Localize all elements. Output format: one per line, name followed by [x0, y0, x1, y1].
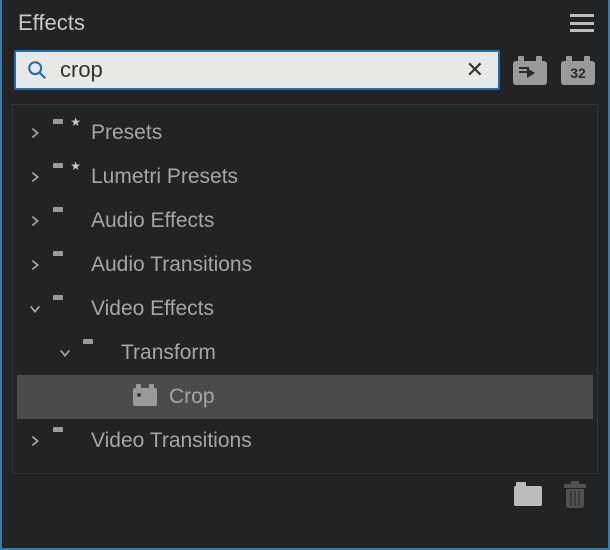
- search-icon: [26, 59, 48, 81]
- tree-row-label: Lumetri Presets: [91, 165, 238, 189]
- chevron-right-icon[interactable]: [25, 126, 45, 140]
- tree-row-label: Transform: [121, 341, 216, 365]
- folder-icon: ★: [51, 123, 79, 143]
- star-icon: ★: [70, 159, 81, 173]
- tree-row-audio-effects[interactable]: Audio Effects: [13, 199, 597, 243]
- effect-icon: [133, 388, 157, 406]
- panel-title: Effects: [18, 10, 85, 36]
- tree-row-video-effects[interactable]: Video Effects: [13, 287, 597, 331]
- tree-row-label: Crop: [169, 385, 215, 409]
- chevron-right-icon[interactable]: [25, 434, 45, 448]
- new-bin-icon[interactable]: [514, 486, 542, 506]
- folder-icon: [51, 211, 79, 231]
- folder-icon: [51, 431, 79, 451]
- tree-row-presets[interactable]: ★ Presets: [13, 111, 597, 155]
- delete-icon[interactable]: [564, 484, 586, 508]
- folder-icon: [51, 255, 79, 275]
- chevron-down-icon[interactable]: [55, 346, 75, 360]
- search-box[interactable]: ✕: [14, 50, 500, 90]
- tree-row-label: Video Transitions: [91, 429, 252, 453]
- tree-row-crop[interactable]: Crop: [17, 375, 593, 419]
- clear-search-icon[interactable]: ✕: [462, 57, 488, 83]
- folder-icon: [51, 299, 79, 319]
- chevron-right-icon[interactable]: [25, 170, 45, 184]
- tree-row-label: Presets: [91, 121, 162, 145]
- tree-row-label: Audio Effects: [91, 209, 214, 233]
- accelerated-effects-button[interactable]: [512, 55, 548, 85]
- star-icon: ★: [70, 115, 81, 129]
- tree-row-label: Video Effects: [91, 297, 214, 321]
- tree-row-lumetri-presets[interactable]: ★ Lumetri Presets: [13, 155, 597, 199]
- effects-panel: Effects ✕ 32 ★Presets★Lumetri Prese: [2, 0, 608, 548]
- chevron-right-icon[interactable]: [25, 258, 45, 272]
- search-input[interactable]: [48, 57, 462, 83]
- thirtytwo-bit-button[interactable]: 32: [560, 55, 596, 85]
- panel-menu-icon[interactable]: [570, 14, 594, 32]
- panel-header: Effects: [2, 0, 608, 50]
- tree-row-video-transitions[interactable]: Video Transitions: [13, 419, 597, 463]
- panel-footer: [2, 474, 608, 508]
- tree-row-label: Audio Transitions: [91, 253, 252, 277]
- tree-row-audio-transitions[interactable]: Audio Transitions: [13, 243, 597, 287]
- tree-row-transform[interactable]: Transform: [13, 331, 597, 375]
- folder-icon: [81, 343, 109, 363]
- folder-icon: ★: [51, 167, 79, 187]
- chevron-down-icon[interactable]: [25, 302, 45, 316]
- chevron-right-icon[interactable]: [25, 214, 45, 228]
- search-row: ✕ 32: [2, 50, 608, 104]
- effects-tree: ★ Presets ★ Lumetri Presets Audio Effects Aud…: [12, 104, 598, 474]
